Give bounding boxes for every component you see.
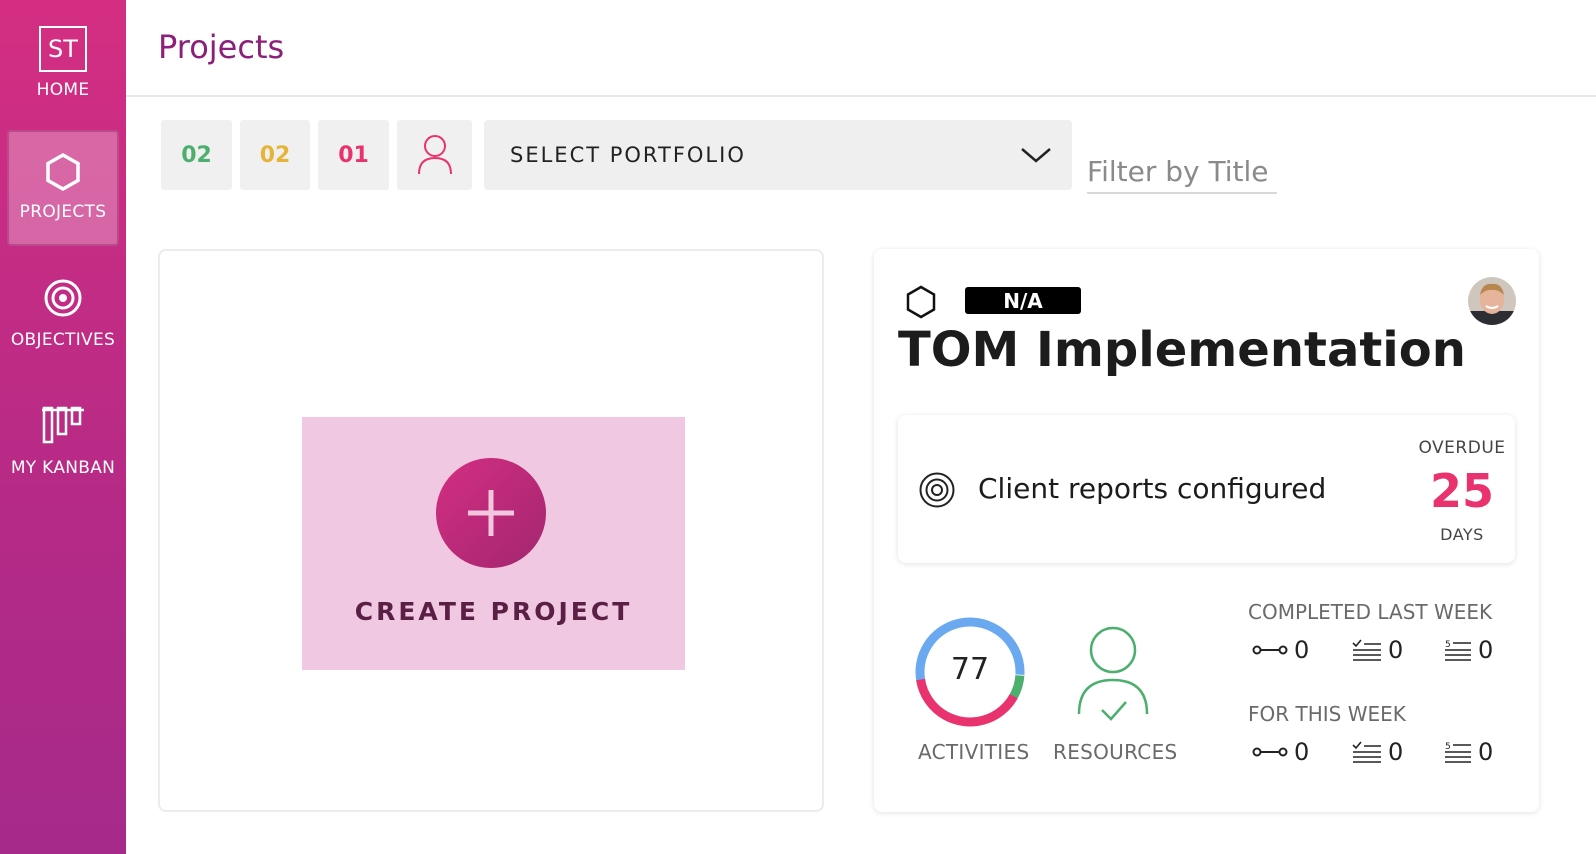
days-label: DAYS: [1440, 525, 1484, 544]
hexagon-icon: [46, 152, 80, 192]
resources-label: RESOURCES: [1053, 740, 1178, 764]
chevron-down-icon: [1021, 148, 1051, 163]
numbered-list-icon: 5: [1445, 640, 1471, 661]
overdue-label: OVERDUE: [1418, 438, 1506, 458]
sidebar: ST HOME PROJECTS OBJECTIVES MY KANBAN: [0, 0, 126, 854]
week-milestones-stat: 0: [1252, 738, 1309, 766]
status-count-red[interactable]: 01: [318, 120, 389, 190]
avatar[interactable]: [1468, 277, 1516, 325]
hexagon-icon: [906, 285, 936, 319]
sidebar-item-label: HOME: [36, 80, 90, 100]
week-items-stat: 5 0: [1444, 738, 1493, 766]
svg-text:5: 5: [1445, 640, 1451, 650]
overdue-days-value: 25: [1429, 464, 1494, 518]
person-icon: [417, 135, 452, 175]
activities-count: 77: [950, 652, 990, 687]
filter-title-input[interactable]: [1087, 150, 1277, 194]
task-list-icon: [1352, 639, 1381, 661]
for-this-week-label: FOR THIS WEEK: [1248, 702, 1406, 726]
activities-label: ACTIVITIES: [918, 740, 1030, 764]
week-tasks-count: 0: [1388, 738, 1404, 766]
portfolio-select-value: SELECT PORTFOLIO: [510, 143, 746, 167]
sidebar-item-home[interactable]: ST HOME: [0, 26, 126, 100]
week-tasks-stat: 0: [1352, 738, 1403, 766]
completed-items-count: 0: [1478, 636, 1494, 664]
milestone-icon: [1252, 747, 1288, 757]
completed-items-stat: 5 0: [1444, 636, 1493, 664]
completed-tasks-stat: 0: [1352, 636, 1403, 664]
svg-text:5: 5: [1445, 742, 1451, 752]
kanban-icon: [42, 406, 84, 444]
completed-last-week-label: COMPLETED LAST WEEK: [1248, 600, 1493, 624]
sidebar-item-label: MY KANBAN: [10, 458, 116, 478]
milestone-icon: [1252, 645, 1288, 655]
sidebar-item-projects[interactable]: PROJECTS: [7, 130, 119, 246]
week-milestones-count: 0: [1294, 738, 1310, 766]
avatar-image: [1468, 277, 1516, 325]
week-items-count: 0: [1478, 738, 1494, 766]
create-project-button[interactable]: CREATE PROJECT: [302, 417, 685, 670]
target-icon: [44, 279, 82, 317]
resource-person-check-icon[interactable]: [1076, 626, 1150, 726]
sidebar-item-my-kanban[interactable]: MY KANBAN: [0, 404, 126, 478]
portfolio-select[interactable]: SELECT PORTFOLIO: [484, 120, 1072, 190]
task-list-icon: [1352, 741, 1381, 763]
sidebar-item-label: OBJECTIVES: [10, 330, 116, 350]
page-title: Projects: [158, 28, 285, 66]
status-count-yellow[interactable]: 02: [240, 120, 310, 190]
plus-icon: [468, 490, 514, 536]
sidebar-item-objectives[interactable]: OBJECTIVES: [0, 278, 126, 350]
header-divider: [126, 95, 1596, 97]
completed-milestones-stat: 0: [1252, 636, 1309, 664]
create-project-label: CREATE PROJECT: [354, 597, 633, 626]
status-badge: N/A: [965, 287, 1081, 314]
objective-title: Client reports configured: [978, 472, 1327, 505]
status-count-green[interactable]: 02: [161, 120, 232, 190]
plus-circle: [436, 458, 546, 568]
completed-tasks-count: 0: [1388, 636, 1404, 664]
sidebar-item-label: PROJECTS: [19, 202, 107, 222]
project-title[interactable]: TOM Implementation: [898, 322, 1466, 378]
target-icon: [919, 472, 955, 508]
completed-milestones-count: 0: [1294, 636, 1310, 664]
st-logo-icon: ST: [39, 26, 87, 72]
person-filter-button[interactable]: [397, 120, 472, 190]
numbered-list-icon: 5: [1445, 742, 1471, 763]
